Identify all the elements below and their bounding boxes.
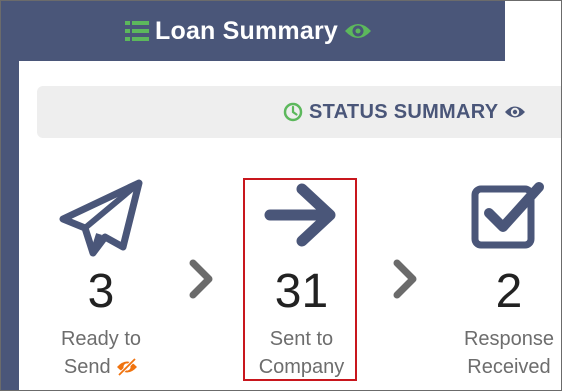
side-strip [1, 61, 19, 390]
paper-plane-icon [59, 179, 143, 257]
eye-icon[interactable] [504, 104, 526, 120]
loan-summary-widget: Loan Summary STATUS SUMMARY 3 Ready to S… [0, 0, 562, 391]
list-icon [125, 21, 149, 41]
step-label-line2: Send [63, 356, 111, 378]
status-step-response-received[interactable]: 2 Response Received [449, 179, 561, 381]
chevron-right-icon [393, 259, 417, 299]
status-summary-header: STATUS SUMMARY [283, 99, 526, 125]
step-label-line2-row: Send [41, 353, 161, 381]
chevron-right-icon [189, 259, 213, 299]
checkbox-icon [471, 182, 544, 249]
step-label-line1: Ready to [60, 328, 142, 350]
eye-slash-icon[interactable] [116, 357, 138, 377]
clock-icon [283, 102, 303, 122]
step-label-line2: Received [467, 356, 551, 378]
page-title: Loan Summary [155, 16, 339, 45]
step-count: 2 [495, 265, 523, 318]
status-summary-title: STATUS SUMMARY [309, 100, 499, 123]
header-title-group: Loan Summary [125, 15, 372, 47]
eye-icon[interactable] [344, 21, 372, 41]
header-corner [505, 1, 561, 61]
step-label-line1: Response [463, 328, 555, 350]
selected-step-highlight [243, 178, 357, 381]
step-count: 3 [87, 265, 115, 318]
status-step-ready-to-send[interactable]: 3 Ready to Send [41, 179, 161, 381]
